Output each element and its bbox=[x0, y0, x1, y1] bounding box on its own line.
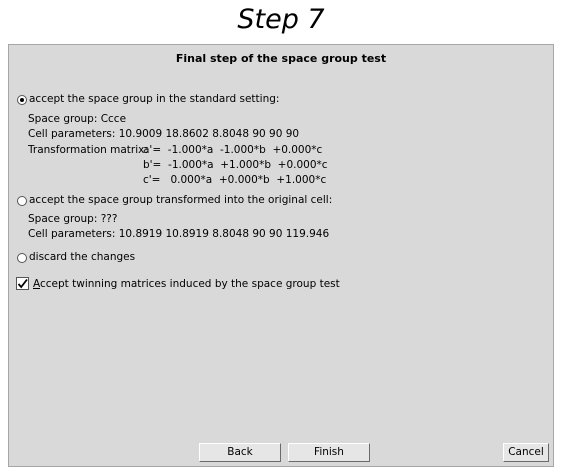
radio-discard-changes[interactable] bbox=[17, 253, 27, 263]
back-button[interactable]: Back bbox=[199, 443, 281, 462]
matrix-row-c: c'= 0.000*a +0.000*b +1.000*c bbox=[143, 174, 327, 186]
twinning-label-text: ccept twinning matrices induced by the s… bbox=[40, 278, 340, 290]
space-group-test-dialog: Final step of the space group test accep… bbox=[8, 44, 554, 467]
twinning-mnemonic: A bbox=[33, 278, 40, 290]
original-space-group: Space group: ??? bbox=[28, 213, 118, 225]
radio-standard-setting[interactable] bbox=[17, 95, 27, 105]
matrix-row-a: a'= -1.000*a -1.000*b +0.000*c bbox=[143, 144, 323, 156]
original-cell-parameters: Cell parameters: 10.8919 10.8919 8.8048 … bbox=[28, 228, 330, 240]
cancel-button[interactable]: Cancel bbox=[503, 443, 549, 462]
radio-original-cell[interactable] bbox=[17, 196, 27, 206]
radio-original-cell-label[interactable]: accept the space group transformed into … bbox=[29, 193, 332, 207]
matrix-row-b: b'= -1.000*a +1.000*b +0.000*c bbox=[143, 159, 328, 171]
checkmark-icon bbox=[17, 278, 28, 289]
finish-button[interactable]: Finish bbox=[288, 443, 370, 462]
standard-space-group: Space group: Ccce bbox=[28, 113, 127, 125]
dialog-title: Final step of the space group test bbox=[175, 52, 387, 65]
radio-standard-setting-label[interactable]: accept the space group in the standard s… bbox=[29, 92, 279, 106]
transformation-matrix-label: Transformation matrix: bbox=[28, 144, 148, 156]
step-title: Step 7 bbox=[237, 4, 325, 35]
radio-discard-changes-label[interactable]: discard the changes bbox=[29, 250, 135, 264]
twinning-checkbox-label[interactable]: Accept twinning matrices induced by the … bbox=[33, 277, 340, 291]
standard-cell-parameters: Cell parameters: 10.9009 18.8602 8.8048 … bbox=[28, 128, 300, 140]
twinning-checkbox[interactable] bbox=[16, 277, 29, 290]
